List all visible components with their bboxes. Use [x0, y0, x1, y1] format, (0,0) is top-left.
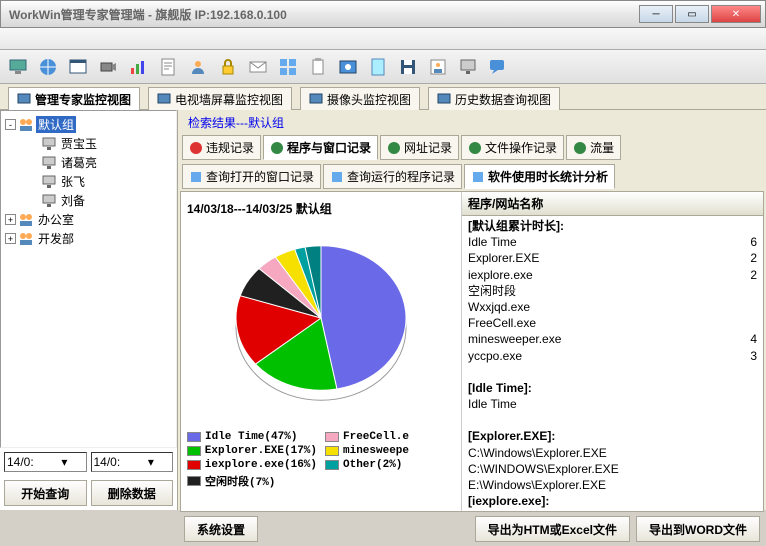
- globe-icon[interactable]: [36, 55, 60, 79]
- tree-member-2[interactable]: 张飞: [5, 172, 172, 191]
- legend-item-3: minesweepe: [325, 445, 455, 457]
- main-toolbar: [0, 50, 766, 84]
- tree-panel: -默认组贾宝玉诸葛亮张飞刘备+办公室+开发部: [0, 110, 177, 448]
- view-tab-2[interactable]: 摄像头监控视图: [300, 87, 420, 111]
- mail-icon[interactable]: [246, 55, 270, 79]
- query-button[interactable]: 开始查询: [4, 480, 87, 506]
- contact-icon[interactable]: [426, 55, 450, 79]
- legend-item-0: Idle Time(47%): [187, 431, 317, 443]
- record-tab-4[interactable]: 流量: [566, 135, 621, 160]
- export-word-button[interactable]: 导出到WORD文件: [636, 516, 760, 542]
- window-icon[interactable]: [66, 55, 90, 79]
- pie-chart: [211, 223, 431, 423]
- view-tab-3[interactable]: 历史数据查询视图: [428, 87, 560, 111]
- sub-tab-1[interactable]: 查询运行的程序记录: [323, 164, 462, 189]
- sidebar: -默认组贾宝玉诸葛亮张飞刘备+办公室+开发部 14/0:▾ 14/0:▾ 开始查…: [0, 110, 178, 510]
- pc-icon[interactable]: [456, 55, 480, 79]
- chart-icon[interactable]: [126, 55, 150, 79]
- sub-tab-2[interactable]: 软件使用时长统计分析: [464, 164, 615, 189]
- detail-list[interactable]: [默认组累计时长]:Idle Time6Explorer.EXE2iexplor…: [462, 216, 763, 511]
- tree-group-1[interactable]: +开发部: [5, 229, 172, 248]
- grid-icon[interactable]: [276, 55, 300, 79]
- users-icon[interactable]: [186, 55, 210, 79]
- record-tab-2[interactable]: 网址记录: [380, 135, 459, 160]
- pie-slice: [321, 246, 406, 389]
- tree-root[interactable]: -默认组: [5, 115, 172, 134]
- chevron-down-icon[interactable]: ▾: [132, 455, 170, 469]
- window-title: WorkWin管理专家管理端 - 旗舰版 IP:192.168.0.100: [5, 6, 639, 23]
- note-icon[interactable]: [366, 55, 390, 79]
- record-tab-0[interactable]: 违规记录: [182, 135, 261, 160]
- chat-icon[interactable]: [486, 55, 510, 79]
- titlebar: WorkWin管理专家管理端 - 旗舰版 IP:192.168.0.100 ─ …: [0, 0, 766, 28]
- tree-member-3[interactable]: 刘备: [5, 191, 172, 210]
- date-from-input[interactable]: 14/0:▾: [4, 452, 87, 472]
- system-settings-button[interactable]: 系统设置: [184, 516, 258, 542]
- chart-title: 14/03/18---14/03/25 默认组: [187, 198, 455, 223]
- record-tab-1[interactable]: 程序与窗口记录: [263, 135, 378, 160]
- clipboard-icon[interactable]: [306, 55, 330, 79]
- floppy-icon[interactable]: [396, 55, 420, 79]
- export-excel-button[interactable]: 导出为HTM或Excel文件: [475, 516, 630, 542]
- lock-icon[interactable]: [216, 55, 240, 79]
- content-panel: 检索结果---默认组 违规记录程序与窗口记录网址记录文件操作记录流量 查询打开的…: [178, 110, 766, 510]
- search-result-label: 检索结果---默认组: [180, 112, 764, 133]
- camera-icon[interactable]: [96, 55, 120, 79]
- view-tab-1[interactable]: 电视墙屏幕监控视图: [148, 87, 292, 111]
- record-tabs: 违规记录程序与窗口记录网址记录文件操作记录流量: [180, 133, 764, 162]
- list-header: 程序/网站名称: [462, 192, 763, 216]
- chart-area: 14/03/18---14/03/25 默认组 Idle Time(47%) Fr…: [180, 191, 764, 512]
- record-tab-3[interactable]: 文件操作记录: [461, 135, 564, 160]
- close-button[interactable]: ✕: [711, 5, 761, 23]
- chart-legend: Idle Time(47%) FreeCell.e Explorer.EXE(17%…: [187, 423, 455, 489]
- tree-member-1[interactable]: 诸葛亮: [5, 153, 172, 172]
- sub-tab-0[interactable]: 查询打开的窗口记录: [182, 164, 321, 189]
- legend-item-1: FreeCell.e: [325, 431, 455, 443]
- minimize-button[interactable]: ─: [639, 5, 673, 23]
- sub-tabs: 查询打开的窗口记录查询运行的程序记录软件使用时长统计分析: [180, 162, 764, 191]
- delete-button[interactable]: 删除数据: [91, 480, 174, 506]
- monitor-icon[interactable]: [6, 55, 30, 79]
- report-icon[interactable]: [156, 55, 180, 79]
- legend-item-5: Other(2%): [325, 459, 455, 471]
- legend-item-6: 空闲时段(7%): [187, 473, 317, 489]
- tree-group-0[interactable]: +办公室: [5, 210, 172, 229]
- legend-item-4: iexplore.exe(16%): [187, 459, 317, 471]
- maximize-button[interactable]: ▭: [675, 5, 709, 23]
- screenshot-icon[interactable]: [336, 55, 360, 79]
- chevron-down-icon[interactable]: ▾: [45, 455, 83, 469]
- menubar: [0, 28, 766, 50]
- tree-member-0[interactable]: 贾宝玉: [5, 134, 172, 153]
- view-tabs: 管理专家监控视图电视墙屏幕监控视图摄像头监控视图历史数据查询视图: [0, 84, 766, 110]
- legend-item-2: Explorer.EXE(17%): [187, 445, 317, 457]
- view-tab-0[interactable]: 管理专家监控视图: [8, 87, 140, 111]
- date-to-input[interactable]: 14/0:▾: [91, 452, 174, 472]
